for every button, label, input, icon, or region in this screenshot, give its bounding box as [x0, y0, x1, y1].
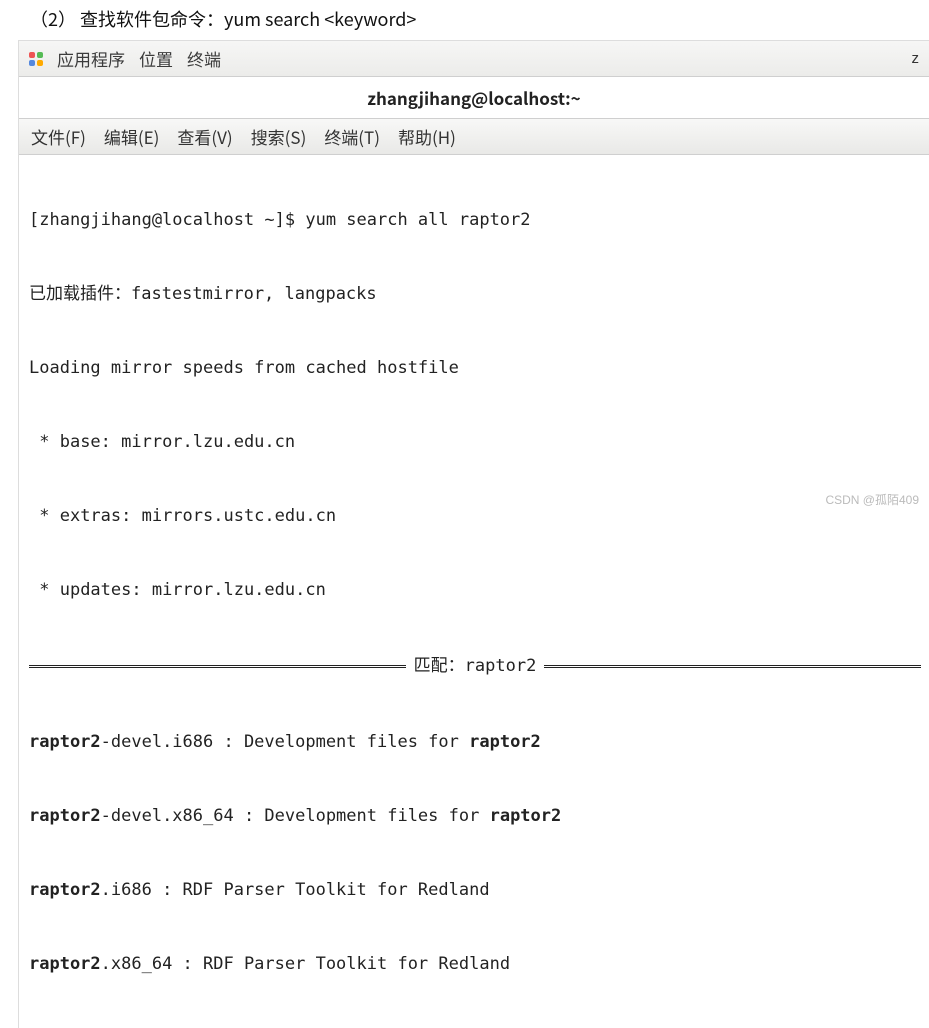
- menu-terminal-indicator[interactable]: 终端: [187, 46, 221, 71]
- menu-view[interactable]: 查看(V): [177, 124, 232, 149]
- prompt-line-2: [zhangjihang@localhost ~]$: [29, 1025, 921, 1028]
- pkg-name: raptor2: [29, 806, 101, 826]
- watermark-text: CSDN @孤陌409: [825, 491, 919, 508]
- output-mirror-base: * base: mirror.lzu.edu.cn: [29, 430, 921, 455]
- pkg-name: raptor2: [29, 880, 101, 900]
- result-row-4: raptor2.x86_64 : RDF Parser Toolkit for …: [29, 952, 921, 977]
- output-mirror-extras: * extras: mirrors.ustc.edu.cn: [29, 504, 921, 529]
- rule-right: [544, 665, 921, 668]
- caption-text: （2） 查找软件包命令：yum search <keyword>: [0, 0, 929, 40]
- rule-left: [29, 665, 406, 668]
- output-mirror-updates: * updates: mirror.lzu.edu.cn: [29, 578, 921, 603]
- menu-terminal[interactable]: 终端(T): [324, 124, 380, 149]
- output-plugins: 已加载插件：fastestmirror, langpacks: [29, 282, 921, 307]
- result-row-3: raptor2.i686 : RDF Parser Toolkit for Re…: [29, 878, 921, 903]
- command-text: yum search all raptor2: [305, 210, 530, 230]
- pkg-match: raptor2: [469, 732, 541, 752]
- pkg-match: raptor2: [490, 806, 562, 826]
- pkg-desc: .i686 : RDF Parser Toolkit for Redland: [101, 880, 490, 900]
- pkg-desc: -devel.x86_64 : Development files for: [101, 806, 490, 826]
- pkg-desc: -devel.i686 : Development files for: [101, 732, 469, 752]
- menu-help[interactable]: 帮助(H): [398, 124, 456, 149]
- menu-applications[interactable]: 应用程序: [57, 46, 125, 71]
- result-row-1: raptor2-devel.i686 : Development files f…: [29, 730, 921, 755]
- menu-file[interactable]: 文件(F): [31, 124, 86, 149]
- applications-icon[interactable]: [29, 52, 43, 66]
- panel-right-text: z: [912, 50, 920, 67]
- match-divider: 匹配：raptor2: [29, 654, 921, 679]
- terminal-menubar: 文件(F) 编辑(E) 查看(V) 搜索(S) 终端(T) 帮助(H): [19, 119, 929, 155]
- prompt-text: [zhangjihang@localhost ~]$: [29, 210, 305, 230]
- menu-places[interactable]: 位置: [139, 46, 173, 71]
- match-label: 匹配：raptor2: [414, 654, 537, 679]
- pkg-name: raptor2: [29, 954, 101, 974]
- output-loading: Loading mirror speeds from cached hostfi…: [29, 356, 921, 381]
- gnome-top-panel: 应用程序 位置 终端 z: [19, 41, 929, 77]
- result-row-2: raptor2-devel.x86_64 : Development files…: [29, 804, 921, 829]
- prompt-text: [zhangjihang@localhost ~]$: [29, 1027, 305, 1028]
- prompt-line-1: [zhangjihang@localhost ~]$ yum search al…: [29, 208, 921, 233]
- menu-edit[interactable]: 编辑(E): [104, 124, 160, 149]
- pkg-desc: .x86_64 : RDF Parser Toolkit for Redland: [101, 954, 510, 974]
- menu-search[interactable]: 搜索(S): [251, 124, 307, 149]
- terminal-window: 应用程序 位置 终端 z zhangjihang@localhost:~ 文件(…: [18, 40, 929, 1028]
- pkg-name: raptor2: [29, 732, 101, 752]
- terminal-output[interactable]: [zhangjihang@localhost ~]$ yum search al…: [19, 155, 929, 1028]
- window-title: zhangjihang@localhost:~: [19, 77, 929, 119]
